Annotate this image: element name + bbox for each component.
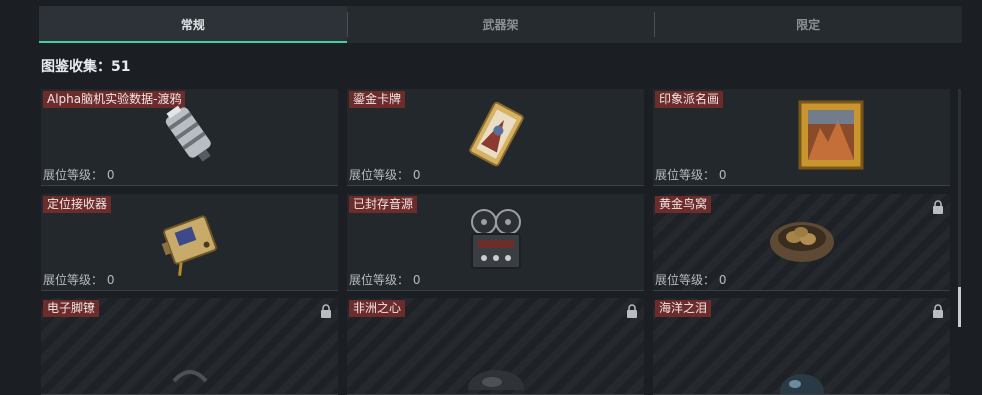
item-name: 非洲之心 — [349, 300, 406, 317]
lock-icon — [933, 304, 943, 318]
item-name: 定位接收器 — [43, 196, 112, 213]
item-level: 展位等级： 0 — [655, 273, 727, 287]
category-tabs: 常规 武器架 限定 — [39, 6, 962, 43]
item-level: 展位等级： 0 — [43, 168, 115, 182]
tab-weapon-rack[interactable]: 武器架 — [346, 6, 655, 43]
tab-regular[interactable]: 常规 — [39, 6, 347, 43]
gilded-card-icon — [461, 100, 531, 174]
item-card[interactable]: 定位接收器 展位等级： 0 — [41, 194, 338, 291]
item-name: 已封存音源 — [349, 196, 418, 213]
item-name: 海洋之泪 — [655, 300, 712, 317]
lock-icon — [321, 304, 331, 318]
ankle-monitor-icon — [170, 363, 210, 387]
data-cylinder-icon — [155, 100, 225, 174]
item-card[interactable]: 鎏金卡牌 展位等级： 0 — [347, 89, 644, 186]
item-name: 黄金鸟窝 — [655, 196, 712, 213]
item-name: 印象派名画 — [655, 91, 724, 108]
item-card[interactable]: 电子脚镣 — [41, 298, 338, 395]
item-level: 展位等级： 0 — [349, 168, 421, 182]
gem-icon — [466, 366, 526, 394]
item-name: 鎏金卡牌 — [349, 91, 406, 108]
scrollbar-thumb[interactable] — [958, 287, 961, 327]
tab-limited[interactable]: 限定 — [654, 6, 962, 43]
lock-icon — [627, 304, 637, 318]
item-card[interactable]: Alpha脑机实验数据-渡鸦 展位等级： 0 — [41, 89, 338, 186]
scrollbar[interactable] — [958, 89, 961, 327]
lock-icon — [933, 200, 943, 214]
item-level: 展位等级： 0 — [43, 273, 115, 287]
item-level: 展位等级： 0 — [349, 273, 421, 287]
receiver-device-icon — [154, 204, 226, 280]
reel-recorder-icon — [460, 204, 532, 280]
item-card[interactable]: 非洲之心 — [347, 298, 644, 395]
pearl-icon — [777, 370, 827, 394]
golden-nest-icon — [767, 212, 837, 272]
item-card[interactable]: 海洋之泪 — [653, 298, 950, 395]
item-name: 电子脚镣 — [43, 300, 100, 317]
collection-count: 图鉴收集：51 — [41, 59, 131, 75]
framed-painting-icon — [796, 98, 866, 176]
item-card[interactable]: 黄金鸟窝 展位等级： 0 — [653, 194, 950, 291]
item-card[interactable]: 印象派名画 展位等级： 0 — [653, 89, 950, 186]
item-card[interactable]: 已封存音源 展位等级： 0 — [347, 194, 644, 291]
item-level: 展位等级： 0 — [655, 168, 727, 182]
